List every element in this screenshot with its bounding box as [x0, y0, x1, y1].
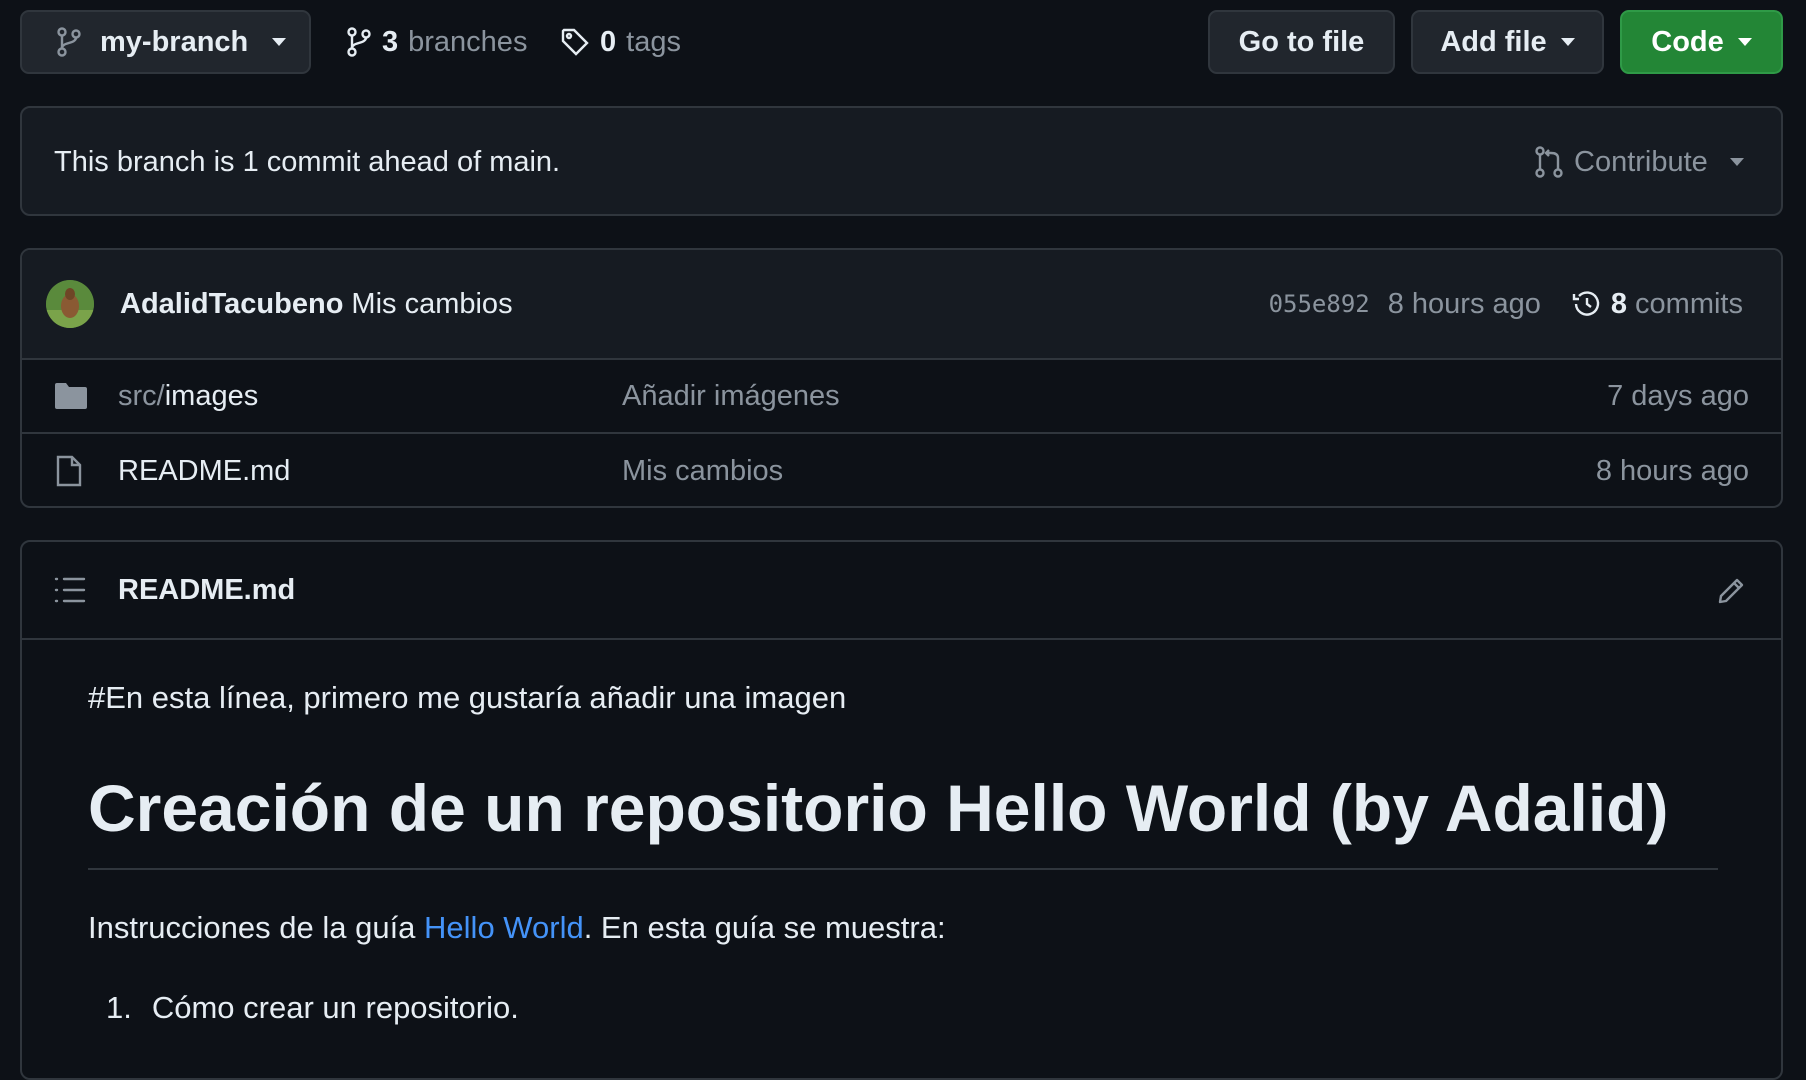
readme-intro: Instrucciones de la guía Hello World. En…	[88, 910, 946, 946]
pull-request-icon	[1534, 146, 1564, 178]
git-branch-icon	[56, 27, 82, 57]
branch-status-message: This branch is 1 commit ahead of main.	[54, 146, 561, 178]
avatar[interactable]	[46, 280, 94, 328]
branches-count: 3	[382, 25, 399, 58]
file-browser: AdalidTacubeno Mis cambios 055e892 8 hou…	[20, 248, 1783, 508]
file-path-prefix: src/	[118, 379, 165, 412]
branch-name: my-branch	[100, 25, 249, 58]
history-icon	[1571, 288, 1603, 320]
file-icon	[56, 455, 86, 487]
chevron-down-icon	[272, 38, 287, 46]
readme-header: README.md	[22, 542, 1781, 640]
add-file-button[interactable]: Add file	[1411, 10, 1604, 74]
go-to-file-label: Go to file	[1238, 25, 1365, 58]
chevron-down-icon	[1737, 38, 1752, 46]
file-name: images	[164, 379, 259, 412]
intro-text-after: . En esta guía se muestra:	[583, 910, 946, 945]
file-name[interactable]: README.md	[118, 455, 290, 488]
folder-icon	[54, 382, 88, 410]
branches-link[interactable]: 3 branches	[346, 18, 527, 66]
contribute-button[interactable]: Contribute	[1534, 138, 1744, 186]
commit-message[interactable]: Mis cambios	[351, 288, 512, 321]
latest-commit-bar: AdalidTacubeno Mis cambios 055e892 8 hou…	[22, 250, 1781, 358]
tags-count: 0	[600, 25, 617, 58]
readme-filename[interactable]: README.md	[118, 574, 295, 607]
git-branch-icon	[346, 27, 372, 57]
add-file-label: Add file	[1440, 25, 1547, 58]
commit-time: 8 hours ago	[1387, 287, 1541, 320]
file-row[interactable]: README.md Mis cambios 8 hours ago	[22, 432, 1781, 506]
list-item: 1. Cómo crear un repositorio.	[106, 990, 519, 1026]
list-number: 1.	[106, 990, 132, 1025]
readme-first-line: #En esta línea, primero me gustaría añad…	[88, 680, 847, 715]
file-commit-message[interactable]: Añadir imágenes	[622, 380, 840, 413]
file-time: 7 days ago	[1607, 379, 1749, 412]
tag-icon	[560, 27, 590, 57]
go-to-file-button[interactable]: Go to file	[1208, 10, 1395, 74]
chevron-down-icon	[1729, 158, 1744, 166]
file-time: 8 hours ago	[1595, 454, 1749, 487]
intro-text: Instrucciones de la guía	[88, 910, 425, 945]
list-unordered-icon[interactable]	[54, 576, 86, 604]
branches-label: branches	[408, 25, 528, 58]
commit-author[interactable]: AdalidTacubeno	[120, 288, 343, 321]
hello-world-link[interactable]: Hello World	[424, 910, 584, 945]
file-name-link[interactable]: src/images	[118, 380, 258, 413]
code-label: Code	[1651, 25, 1724, 58]
commits-link[interactable]: 8 commits	[1571, 288, 1743, 321]
code-button[interactable]: Code	[1620, 10, 1783, 74]
pencil-icon[interactable]	[1717, 575, 1747, 605]
branch-selector-button[interactable]: my-branch	[20, 10, 311, 74]
file-commit-message[interactable]: Mis cambios	[622, 455, 783, 488]
readme-heading: Creación de un repositorio Hello World (…	[88, 771, 1669, 845]
tags-link[interactable]: 0 tags	[560, 18, 681, 66]
list-text: Cómo crear un repositorio.	[151, 990, 519, 1025]
chevron-down-icon	[1560, 38, 1575, 46]
readme-panel: README.md #En esta línea, primero me gus…	[20, 540, 1783, 1080]
commit-hash[interactable]: 055e892	[1269, 290, 1370, 318]
tags-label: tags	[626, 25, 681, 58]
file-row[interactable]: src/images Añadir imágenes 7 days ago	[22, 358, 1781, 432]
branch-status-box: This branch is 1 commit ahead of main. C…	[20, 106, 1783, 216]
commits-count: 8	[1610, 287, 1628, 320]
commits-label: commits	[1635, 287, 1743, 320]
contribute-label: Contribute	[1574, 145, 1708, 178]
heading-divider	[88, 868, 1718, 870]
